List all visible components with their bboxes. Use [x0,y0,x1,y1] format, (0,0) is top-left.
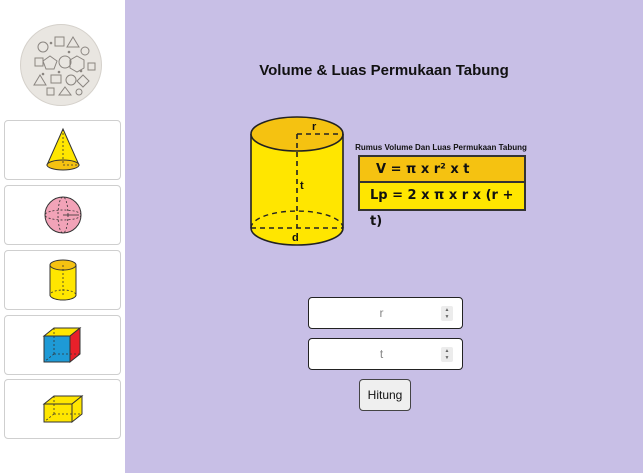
diameter-label: d [292,232,299,244]
chevron-down-icon[interactable]: ▼ [445,355,450,361]
radius-input-wrapper: ▲ ▼ [308,297,463,329]
height-stepper[interactable]: ▲ ▼ [441,347,453,362]
cylinder-diagram-icon: r t d [250,116,344,246]
chevron-up-icon[interactable]: ▲ [445,307,450,313]
formula-table: V = π x r² x t Lp = 2 x π x r x (r + t) [358,155,526,229]
sidebar-item-cuboid[interactable] [4,379,121,439]
radius-input[interactable] [309,298,462,328]
cuboid-icon [42,394,83,424]
page-title: Volume & Luas Permukaan Tabung [259,62,509,79]
cube-icon [42,326,81,364]
chevron-down-icon[interactable]: ▼ [445,314,450,320]
hitung-button[interactable]: Hitung [359,379,411,411]
radius-label: r [312,121,317,133]
sidebar-item-cone[interactable] [4,120,121,180]
geometry-logo [20,24,102,106]
formula-panel: Rumus Volume Dan Luas Permukaan Tabung V… [353,143,529,229]
geometry-shapes-icon [33,36,96,96]
height-input[interactable] [309,339,462,369]
main-panel: Volume & Luas Permukaan Tabung r t d Rum… [125,0,643,473]
height-label: t [300,180,304,192]
volume-formula: V = π x r² x t [360,157,524,183]
cone-icon [45,127,80,171]
sidebar-item-cylinder[interactable] [4,250,121,310]
radius-stepper[interactable]: ▲ ▼ [441,306,453,321]
chevron-up-icon[interactable]: ▲ [445,348,450,354]
sidebar-item-sphere[interactable] [4,185,121,245]
sphere-icon [44,196,81,234]
height-input-wrapper: ▲ ▼ [308,338,463,370]
sidebar [0,0,125,473]
surface-area-formula: Lp = 2 x π x r x (r + t) [360,183,524,229]
sidebar-item-cube[interactable] [4,315,121,375]
formula-caption: Rumus Volume Dan Luas Permukaan Tabung [355,143,527,152]
cylinder-figure: r t d [249,116,345,250]
cylinder-icon [49,259,76,301]
